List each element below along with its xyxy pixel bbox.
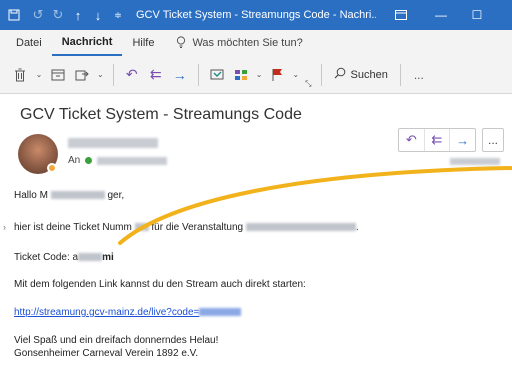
delete-icon[interactable]: [8, 61, 32, 89]
customize-icon[interactable]: ≑: [108, 0, 128, 30]
greeting-line: Hallo M ger,: [14, 190, 124, 201]
chevron-down-icon[interactable]: ⌄: [253, 61, 266, 89]
tell-me-box[interactable]: Was möchten Sie tun?: [176, 35, 303, 51]
redacted-name: [50, 191, 105, 200]
ribbon-separator: [112, 63, 114, 86]
search-label: Suchen: [350, 68, 388, 81]
ticket-code-label: Ticket Code: a: [14, 252, 79, 263]
window-title: GCV Ticket System - Streamungs Code - Na…: [136, 9, 376, 21]
archive-icon[interactable]: [46, 61, 70, 89]
forward-icon[interactable]: →: [168, 61, 192, 89]
ribbon-toolbar: ⌄ ⌄ ↶ ⇇ → ⌄ ⌄ ⤡ Suchen ...: [0, 56, 512, 94]
to-label: An: [68, 155, 81, 166]
menu-bar: Datei Nachricht Hilfe Was möchten Sie tu…: [0, 30, 512, 56]
redacted-ticket-code: [78, 253, 103, 262]
redacted-ticket-number: [134, 223, 149, 232]
move-icon[interactable]: [70, 61, 94, 89]
greeting-suffix: ger,: [107, 190, 125, 201]
title-bar: ↺ ↻ ↑ ↓ ≑ GCV Ticket System - Streamungs…: [0, 0, 512, 30]
redacted-event-name: [245, 223, 356, 232]
reply-all-icon[interactable]: ⇇: [144, 61, 168, 89]
ticket-code-suffix: mi: [102, 252, 114, 263]
chevron-down-icon[interactable]: ⌄: [94, 61, 107, 89]
closing-line-2: Gonsenheimer Carneval Verein 1892 e.V.: [14, 348, 199, 359]
stream-link[interactable]: http://streamung.gcv-mainz.de/live?code=: [14, 307, 199, 318]
menu-hilfe[interactable]: Hilfe: [122, 30, 164, 56]
menu-nachricht[interactable]: Nachricht: [51, 30, 123, 56]
ribbon-separator: [197, 63, 199, 86]
line1-prefix: hier ist deine Ticket Numm: [14, 222, 132, 233]
maximize-icon[interactable]: ☐: [460, 0, 494, 30]
ticket-code-line: Ticket Code: a mi: [14, 252, 114, 263]
sender-name-redacted: [68, 138, 158, 148]
ticket-number-line: hier ist deine Ticket Numm für die Veran…: [14, 222, 359, 233]
minimize-icon[interactable]: —: [424, 0, 458, 30]
tell-me-label: Was möchten Sie tun?: [192, 37, 303, 49]
stream-info-line: Mit dem folgenden Link kannst du den Str…: [14, 279, 306, 290]
down-arrow-icon[interactable]: ↓: [88, 0, 108, 30]
presence-indicator: [85, 157, 93, 164]
forward-icon[interactable]: →: [450, 129, 475, 151]
save-icon[interactable]: [0, 0, 28, 30]
closing-line-1: Viel Spaß und ein dreifach donnerndes He…: [14, 335, 219, 346]
line1-middle: für die Veranstaltung: [151, 222, 244, 233]
reply-icon[interactable]: ↶: [399, 129, 425, 151]
search-button[interactable]: Suchen: [328, 61, 394, 89]
categorize-icon[interactable]: [229, 61, 253, 89]
reply-icon[interactable]: ↶: [120, 61, 144, 89]
undo-icon[interactable]: ↺: [28, 0, 48, 30]
ribbon-separator: [399, 63, 401, 86]
recipient-name-redacted[interactable]: [97, 156, 168, 165]
window-mode-icon[interactable]: [384, 0, 418, 30]
line1-suffix: .: [355, 222, 359, 233]
up-arrow-icon[interactable]: ↑: [68, 0, 88, 30]
chevron-down-icon[interactable]: ⌄: [289, 61, 302, 89]
dialog-launcher-icon[interactable]: ⤡: [302, 61, 314, 89]
chevron-down-icon[interactable]: ⌄: [32, 61, 46, 89]
reply-actions: ↶ ⇇ →: [398, 128, 476, 152]
more-actions-button[interactable]: ...: [482, 128, 504, 152]
redacted-link-code[interactable]: [199, 308, 242, 317]
chevron-right-icon: ›: [3, 222, 6, 232]
menu-datei[interactable]: Datei: [6, 30, 52, 56]
search-icon: [334, 67, 346, 82]
recipient-row: An: [68, 155, 168, 166]
reply-all-icon[interactable]: ⇇: [425, 129, 451, 151]
lightbulb-icon: [176, 35, 186, 51]
rules-icon[interactable]: [205, 61, 229, 89]
flag-icon[interactable]: [265, 61, 289, 89]
date-redacted: [450, 158, 500, 165]
message-subject: GCV Ticket System - Streamungs Code: [20, 106, 302, 123]
greeting-prefix: Hallo M: [14, 190, 48, 201]
presence-indicator: [47, 163, 57, 173]
more-options-button[interactable]: ...: [407, 61, 431, 89]
redo-icon[interactable]: ↻: [48, 0, 68, 30]
ribbon-separator: [320, 63, 322, 86]
stream-link-line: http://streamung.gcv-mainz.de/live?code=: [14, 307, 242, 318]
